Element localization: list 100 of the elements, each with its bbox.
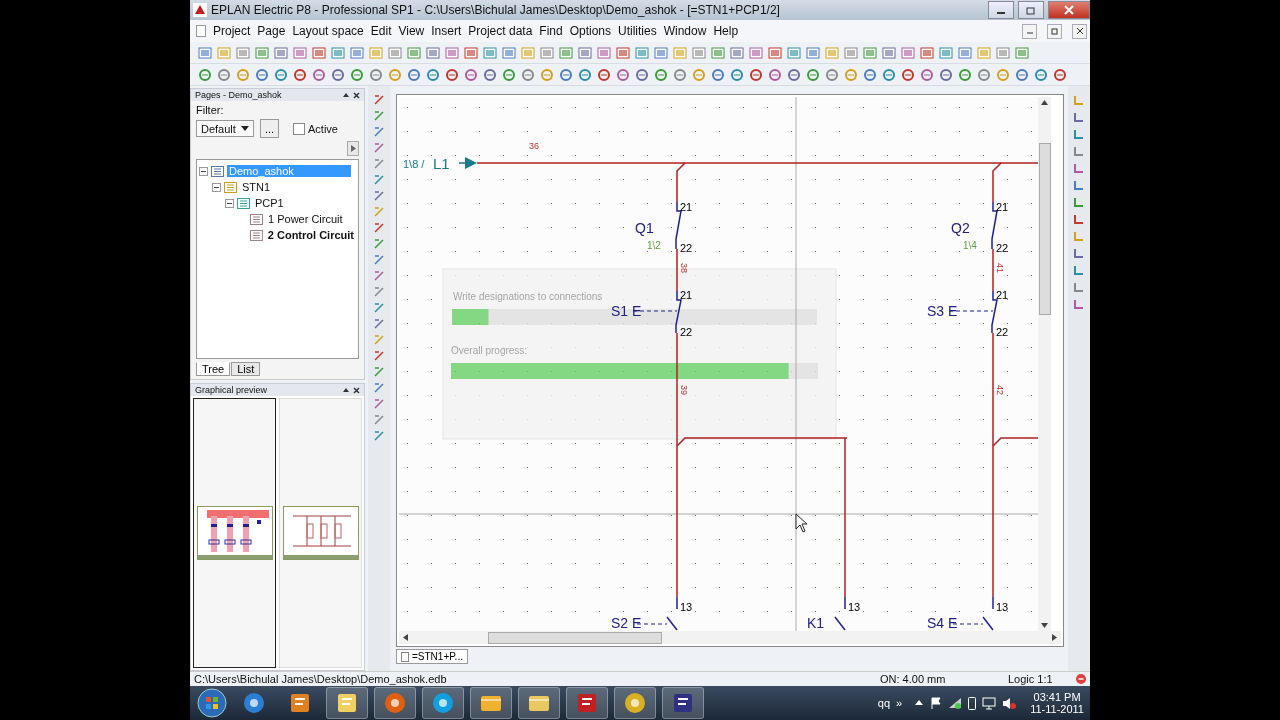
clock-date[interactable]: 11-11-2011 — [1030, 703, 1084, 715]
drawing-tool-icon[interactable] — [373, 222, 385, 234]
menu-item[interactable]: Find — [539, 24, 563, 38]
toolbar-icon[interactable] — [730, 67, 744, 82]
toolbar-icon[interactable] — [597, 67, 611, 82]
close-icon[interactable] — [353, 386, 360, 394]
toolbar-icon[interactable] — [407, 67, 421, 82]
connection-symbol-icon[interactable] — [1073, 281, 1085, 293]
tab[interactable]: List — [231, 362, 261, 376]
toolbar-icon[interactable] — [502, 67, 516, 82]
drawing-tool-icon[interactable] — [373, 254, 385, 266]
connection-symbol-icon[interactable] — [1073, 162, 1085, 174]
drawing-tool-icon[interactable] — [373, 366, 385, 378]
menu-item[interactable]: Options — [569, 24, 612, 38]
toolbar-icon[interactable] — [559, 45, 573, 60]
toolbar-icon[interactable] — [578, 67, 592, 82]
menu-item[interactable]: Edit — [370, 24, 392, 38]
menu-item[interactable]: Project data — [468, 24, 533, 38]
connection-symbol-icon[interactable] — [1073, 230, 1085, 242]
toolbar-icon[interactable] — [274, 45, 288, 60]
toolbar-icon[interactable] — [198, 45, 212, 60]
toolbar-icon[interactable] — [578, 45, 592, 60]
tree-item[interactable]: STN1 — [240, 181, 273, 193]
menu-item[interactable]: Page — [257, 24, 286, 38]
toolbar-icon[interactable] — [293, 45, 307, 60]
toolbar-icon[interactable] — [445, 67, 459, 82]
drawing-tool-icon[interactable] — [373, 238, 385, 250]
up-arrow-icon[interactable] — [1041, 100, 1048, 105]
collapse-icon[interactable] — [199, 166, 208, 176]
connection-symbol-icon[interactable] — [1073, 111, 1085, 123]
drawing-tool-icon[interactable] — [373, 94, 385, 106]
toolbar-icon[interactable] — [882, 67, 896, 82]
toolbar-icon[interactable] — [844, 67, 858, 82]
toolbar-icon[interactable] — [540, 45, 554, 60]
expand-button[interactable] — [347, 141, 359, 156]
drawing-tool-icon[interactable] — [373, 398, 385, 410]
toolbar-icon[interactable] — [426, 45, 440, 60]
toolbar-icon[interactable] — [350, 67, 364, 82]
toolbar-icon[interactable] — [654, 67, 668, 82]
flag-icon[interactable] — [930, 697, 943, 709]
toolbar-icon[interactable] — [502, 45, 516, 60]
taskbar-app-icon[interactable] — [614, 687, 656, 719]
toolbar-icon[interactable] — [920, 45, 934, 60]
left-arrow-icon[interactable] — [403, 634, 408, 641]
toolbar-icon[interactable] — [464, 67, 478, 82]
toolbar-icon[interactable] — [711, 45, 725, 60]
connection-symbol-icon[interactable] — [1073, 196, 1085, 208]
drawing-tool-icon[interactable] — [373, 190, 385, 202]
toolbar-icon[interactable] — [198, 67, 212, 82]
menu-item[interactable]: Help — [713, 24, 739, 38]
page-tab[interactable]: =STN1+P... — [396, 649, 468, 664]
taskbar-app-icon[interactable] — [422, 687, 464, 719]
language-indicator[interactable]: qq — [877, 697, 891, 709]
toolbar-icon[interactable] — [312, 67, 326, 82]
connection-symbol-icon[interactable] — [1073, 298, 1085, 310]
toolbar-icon[interactable] — [673, 67, 687, 82]
close-icon[interactable] — [353, 91, 360, 99]
toolbar-icon[interactable] — [293, 67, 307, 82]
toolbar-icon[interactable] — [654, 45, 668, 60]
toolbar-icon[interactable] — [977, 67, 991, 82]
toolbar-icon[interactable] — [863, 45, 877, 60]
drawing-tool-icon[interactable] — [373, 174, 385, 186]
toolbar-icon[interactable] — [426, 67, 440, 82]
toolbar-icon[interactable] — [996, 45, 1010, 60]
taskbar-app-icon[interactable] — [662, 687, 704, 719]
toolbar-icon[interactable] — [312, 45, 326, 60]
toolbar-icon[interactable] — [483, 67, 497, 82]
toolbar-icon[interactable] — [749, 45, 763, 60]
menu-item[interactable]: Utilities — [618, 24, 657, 38]
toolbar-icon[interactable] — [996, 67, 1010, 82]
toolbar-icon[interactable] — [806, 45, 820, 60]
toolbar-icon[interactable] — [255, 67, 269, 82]
connection-symbol-icon[interactable] — [1073, 213, 1085, 225]
toolbar-icon[interactable] — [236, 45, 250, 60]
taskbar-app-icon[interactable] — [326, 687, 368, 719]
connection-symbol-icon[interactable] — [1073, 145, 1085, 157]
page-thumbnail[interactable] — [193, 398, 276, 668]
toolbar-icon[interactable] — [1015, 67, 1029, 82]
toolbar-icon[interactable] — [540, 67, 554, 82]
close-button[interactable] — [1072, 23, 1087, 39]
connection-symbol-icon[interactable] — [1073, 264, 1085, 276]
toolbar-icon[interactable] — [882, 45, 896, 60]
drawing-tool-icon[interactable] — [373, 334, 385, 346]
toolbar-icon[interactable] — [787, 67, 801, 82]
toolbar-icon[interactable] — [730, 45, 744, 60]
toolbar-icon[interactable] — [958, 45, 972, 60]
connection-symbol-icon[interactable] — [1073, 179, 1085, 191]
toolbar-icon[interactable] — [521, 67, 535, 82]
taskbar-app-icon[interactable] — [566, 687, 608, 719]
toolbar-icon[interactable] — [749, 67, 763, 82]
taskbar-app-icon[interactable] — [518, 687, 560, 719]
toolbar-overflow[interactable]: » — [896, 697, 903, 709]
toolbar-icon[interactable] — [901, 67, 915, 82]
collapse-icon[interactable] — [225, 198, 234, 208]
toolbar-icon[interactable] — [274, 67, 288, 82]
toolbar-icon[interactable] — [939, 67, 953, 82]
active-checkbox[interactable] — [293, 122, 305, 135]
drawing-tool-icon[interactable] — [373, 286, 385, 298]
menu-item[interactable]: Project — [213, 24, 251, 38]
toolbar-icon[interactable] — [863, 67, 877, 82]
